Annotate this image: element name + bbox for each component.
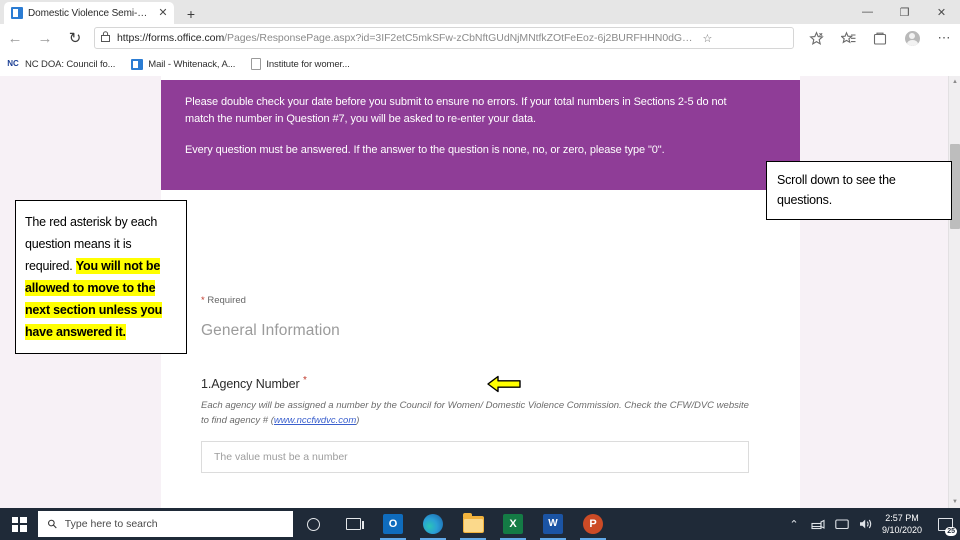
navigation-bar: ← → ↻ https://forms.office.com/Pages/Res…: [0, 24, 960, 52]
browser-tab-active[interactable]: Domestic Violence Semi-Annual ✕: [4, 2, 174, 24]
required-legend-text: Required: [204, 295, 246, 306]
start-button[interactable]: [0, 508, 38, 540]
taskbar-app-file-explorer[interactable]: [453, 508, 493, 540]
settings-more-icon[interactable]: ⋯: [928, 25, 960, 51]
tab-strip: Domestic Violence Semi-Annual ✕ + — ❐ ✕: [0, 0, 960, 24]
taskbar-app-excel[interactable]: [493, 508, 533, 540]
annotation-line-1: Scroll down to see the: [777, 173, 896, 187]
form-body: * Required General Information 1.Agency …: [161, 190, 800, 508]
taskbar-search-input[interactable]: ⚲ Type here to search: [38, 511, 293, 537]
taskbar-app-word[interactable]: [533, 508, 573, 540]
bookmark-label: Mail - Whitenack, A...: [148, 58, 236, 70]
required-legend: * Required: [201, 295, 246, 306]
outlook-icon: [383, 514, 403, 534]
agency-number-input[interactable]: The value must be a number: [201, 441, 749, 474]
required-asterisk: *: [302, 375, 307, 386]
section-title: General Information: [201, 322, 340, 339]
clock-date: 9/10/2020: [881, 525, 922, 535]
task-view-icon[interactable]: [333, 508, 373, 540]
banner-instruction-2: Every question must be answered. If the …: [185, 144, 665, 156]
left-arrow-icon: [487, 375, 521, 393]
volume-icon[interactable]: [854, 508, 878, 540]
edge-icon: [423, 514, 443, 534]
network-icon[interactable]: [806, 508, 830, 540]
excel-icon: [503, 514, 523, 534]
taskview-glyph: [345, 518, 364, 530]
bookmark-nc-doa[interactable]: NC NC DOA: Council fo...: [6, 58, 115, 70]
avatar: [904, 30, 920, 46]
minimize-button[interactable]: —: [849, 0, 886, 24]
taskbar-app-edge[interactable]: [413, 508, 453, 540]
page-scrollbar[interactable]: ▲ ▼: [948, 76, 960, 508]
url-domain: https://forms.office.com: [117, 32, 225, 44]
forms-icon: [11, 7, 23, 19]
browser-window: Domestic Violence Semi-Annual ✕ + — ❐ ✕ …: [0, 0, 960, 508]
question-1-title: Agency Number: [211, 377, 300, 392]
bookmark-institute[interactable]: Institute for womer...: [251, 58, 350, 70]
bookmark-mail[interactable]: Mail - Whitenack, A...: [131, 58, 236, 70]
circle-glyph: [306, 517, 320, 531]
windows-logo-icon: [11, 516, 27, 532]
system-tray: ⌃ 2:57 PM 9/10/2020 25: [782, 508, 960, 540]
favorites-list-icon[interactable]: [832, 25, 864, 51]
word-icon: [543, 514, 563, 534]
close-window-button[interactable]: ✕: [923, 0, 960, 24]
nc-icon: NC: [7, 59, 19, 68]
address-bar[interactable]: https://forms.office.com/Pages/ResponseP…: [94, 27, 794, 49]
new-tab-button[interactable]: +: [180, 4, 202, 24]
clock-time: 2:57 PM: [885, 513, 919, 523]
search-placeholder: Type here to search: [64, 518, 158, 530]
question-1-number: 1.: [201, 377, 212, 392]
windows-taskbar: ⚲ Type here to search ⌃: [0, 508, 960, 540]
page-icon: [251, 58, 262, 70]
taskbar-app-powerpoint[interactable]: [573, 508, 613, 540]
forward-icon[interactable]: →: [30, 25, 60, 51]
question-1-description: Each agency will be assigned a number by…: [201, 398, 749, 428]
url-path: /Pages/ResponsePage.aspx?id=3IF2etC5mkSF…: [224, 32, 693, 44]
maximize-button[interactable]: ❐: [886, 0, 923, 24]
outlook-icon: [131, 58, 144, 70]
annotation-scroll-down: Scroll down to see the questions.: [766, 161, 952, 220]
taskbar-app-outlook[interactable]: [373, 508, 413, 540]
back-icon[interactable]: ←: [0, 25, 30, 51]
url-text: https://forms.office.com/Pages/ResponseP…: [117, 32, 692, 44]
question-agency-number: 1.Agency Number * Each agency will be as…: [201, 375, 761, 474]
notification-count-badge: 25: [945, 527, 957, 536]
bookmark-label: Institute for womer...: [266, 58, 350, 70]
cortana-icon[interactable]: [293, 508, 333, 540]
powerpoint-icon: [583, 514, 603, 534]
profile-avatar[interactable]: [896, 25, 928, 51]
file-explorer-icon: [462, 512, 484, 533]
favorites-star-icon[interactable]: [800, 25, 832, 51]
banner-instruction-1: Please double check your date before you…: [185, 96, 727, 125]
bookmarks-bar: NC NC DOA: Council fo... Mail - Whitenac…: [0, 52, 960, 76]
close-tab-icon[interactable]: ✕: [156, 6, 170, 20]
agency-lookup-link[interactable]: www.nccfwdvc.com: [274, 415, 356, 426]
tab-title: Domestic Violence Semi-Annual: [28, 7, 151, 19]
scroll-up-icon[interactable]: ▲: [949, 76, 960, 88]
question-1-desc-after: ): [356, 415, 360, 427]
form-card: Please double check your date before you…: [161, 76, 800, 508]
reload-icon[interactable]: ↻: [60, 25, 90, 51]
taskbar-clock[interactable]: 2:57 PM 9/10/2020: [878, 512, 930, 536]
window-controls: — ❐ ✕: [849, 0, 960, 24]
search-icon: ⚲: [44, 515, 61, 533]
annotation-paragraph: The red asterisk by each question means …: [25, 211, 178, 343]
display-icon[interactable]: [830, 508, 854, 540]
notifications-button[interactable]: 25: [930, 508, 960, 540]
question-1-label: 1.Agency Number *: [201, 375, 761, 393]
annotation-line-2: questions.: [777, 193, 832, 207]
form-banner: Please double check your date before you…: [161, 80, 800, 190]
collections-icon[interactable]: [864, 25, 896, 51]
bookmark-label: NC DOA: Council fo...: [25, 58, 116, 70]
input-placeholder: The value must be a number: [214, 451, 348, 464]
lock-icon: [101, 29, 110, 47]
bookmark-star-icon[interactable]: ☆: [699, 32, 715, 45]
scroll-down-icon[interactable]: ▼: [949, 496, 960, 508]
annotation-required-asterisk: The red asterisk by each question means …: [15, 200, 187, 354]
show-hidden-icons-chevron[interactable]: ⌃: [782, 508, 806, 540]
